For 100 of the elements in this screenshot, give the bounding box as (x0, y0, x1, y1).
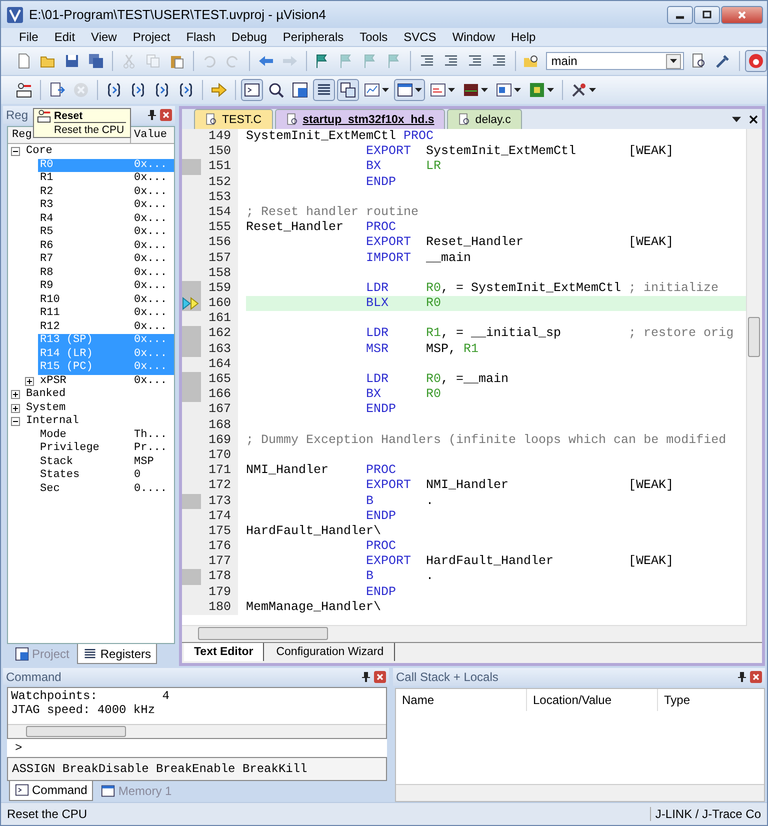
code-operand: R1, = __initial_sp (426, 326, 562, 340)
register-row[interactable]: R4 0x... (38, 212, 174, 226)
code-instruction: EXPORT (366, 478, 412, 492)
code-operand: R0 (426, 387, 442, 402)
column-header[interactable]: Location/Value (527, 689, 658, 711)
panel-tab[interactable]: Command (9, 780, 94, 801)
analysis-icon (463, 82, 479, 98)
folder-search-icon (523, 53, 540, 69)
line-number: 155 (207, 220, 231, 236)
horizontal-scrollbar[interactable] (396, 784, 764, 801)
line-number: 175 (207, 524, 231, 540)
line-number: 179 (207, 584, 231, 600)
close-button[interactable] (721, 6, 763, 24)
caret-icon (415, 88, 422, 92)
pin-icon[interactable] (148, 110, 156, 120)
register-row[interactable]: R8 0x... (38, 266, 174, 280)
collapse-icon[interactable] (11, 417, 20, 426)
horizontal-scrollbar[interactable] (182, 625, 747, 642)
file-tab[interactable]: TEST.C (194, 109, 273, 129)
pin-icon[interactable] (362, 672, 370, 682)
registers-button[interactable] (313, 79, 335, 101)
show-next-icon (211, 82, 227, 98)
editor-mode-tab[interactable]: Text Editor (184, 643, 264, 661)
line-number: 154 (207, 204, 231, 220)
file-tab[interactable]: startup_stm32f10x_hd.s (274, 109, 446, 129)
menu-item[interactable]: View (83, 30, 125, 44)
code-operand: Reset_Handler (426, 235, 524, 250)
menu-item[interactable]: Debug (224, 30, 275, 44)
pin-icon[interactable] (738, 672, 746, 682)
register-row[interactable]: R9 0x... (38, 280, 174, 294)
register-row[interactable]: Banked (24, 388, 174, 402)
maximize-button[interactable] (694, 6, 720, 24)
register-row[interactable]: Mode Th... (38, 428, 174, 442)
line-number: 157 (207, 250, 231, 266)
memory-icon (397, 82, 413, 98)
register-row[interactable]: R2 0x... (38, 186, 174, 199)
column-header[interactable]: Name (396, 689, 527, 711)
menu-item[interactable]: Edit (46, 30, 84, 44)
function-field[interactable]: main (546, 52, 684, 70)
line-number: 159 (207, 280, 231, 296)
column-header[interactable]: Type (658, 689, 764, 711)
run-to-cursor-icon (178, 82, 194, 98)
register-row[interactable]: Privilege Pr... (38, 442, 174, 456)
register-row[interactable]: R3 0x... (38, 199, 174, 212)
horizontal-scrollbar[interactable] (8, 724, 386, 738)
call-stack-button[interactable] (337, 79, 359, 101)
menu-item[interactable]: Tools (352, 30, 396, 44)
close-icon[interactable] (749, 114, 758, 124)
expand-icon[interactable] (11, 390, 20, 400)
memory-button[interactable] (394, 79, 425, 101)
minimize-button[interactable] (667, 6, 693, 24)
window-title: E:\01-Program\TEST\USER\TEST.uvproj - µVision4 (29, 7, 327, 22)
menu-item[interactable]: File (11, 30, 46, 44)
register-row[interactable]: Sec 0.... (38, 482, 174, 496)
code-instruction: PROC (404, 129, 434, 143)
register-row[interactable]: System (24, 402, 174, 415)
menu-item[interactable]: Flash (178, 30, 224, 44)
status-text: Reset the CPU (7, 807, 88, 821)
disassembly-icon (268, 82, 284, 98)
code-attribute: [WEAK] (628, 235, 674, 250)
register-row[interactable]: xPSR 0x... (38, 374, 174, 388)
status-text: J-LINK / J-Trace Co (650, 807, 761, 821)
register-row[interactable]: Core (24, 145, 174, 158)
menu-item[interactable]: Peripherals (274, 30, 352, 44)
register-row[interactable]: R6 0x... (38, 240, 174, 253)
menu-item[interactable]: Project (124, 30, 178, 44)
line-number: 169 (207, 432, 231, 448)
command-window-button[interactable] (241, 79, 263, 101)
debug-button[interactable] (745, 50, 768, 72)
code-instruction: LDR (366, 372, 389, 386)
register-row[interactable]: R11 0x... (38, 307, 174, 320)
expand-icon[interactable] (25, 376, 34, 386)
menu-item[interactable]: Window (444, 30, 503, 44)
register-row[interactable]: R10 0x... (38, 294, 174, 307)
register-row[interactable]: R12 0x... (38, 320, 174, 334)
expand-icon[interactable] (11, 404, 20, 413)
vertical-scrollbar[interactable] (746, 129, 762, 625)
register-row[interactable]: States 0 (38, 469, 174, 482)
register-row[interactable]: Stack MSP (38, 456, 174, 469)
memory-icon (101, 784, 116, 798)
line-number: 170 (207, 448, 231, 464)
register-row[interactable]: R7 0x... (38, 253, 174, 266)
register-row[interactable]: R1 0x... (38, 172, 174, 186)
panel-tab[interactable]: Registers (77, 644, 158, 664)
register-row[interactable]: R5 0x... (38, 226, 174, 240)
register-row[interactable]: Internal (24, 415, 174, 428)
code-instruction: ENDP (366, 508, 396, 523)
menu-item[interactable]: SVCS (396, 30, 444, 44)
file-tab[interactable]: delay.c (447, 109, 522, 129)
panel-title: Reg (6, 108, 28, 122)
editor-mode-tab[interactable]: Configuration Wizard (266, 643, 395, 661)
line-number: 163 (207, 342, 231, 357)
command-window-icon (15, 783, 29, 798)
column-header[interactable]: Value (131, 127, 174, 143)
back-arrow-icon (258, 53, 274, 69)
trace-icon (496, 82, 512, 98)
column-header[interactable]: Reg (12, 129, 32, 141)
collapse-icon[interactable] (11, 147, 20, 156)
menu-item[interactable]: Help (503, 30, 544, 44)
command-input[interactable]: > (7, 738, 387, 757)
